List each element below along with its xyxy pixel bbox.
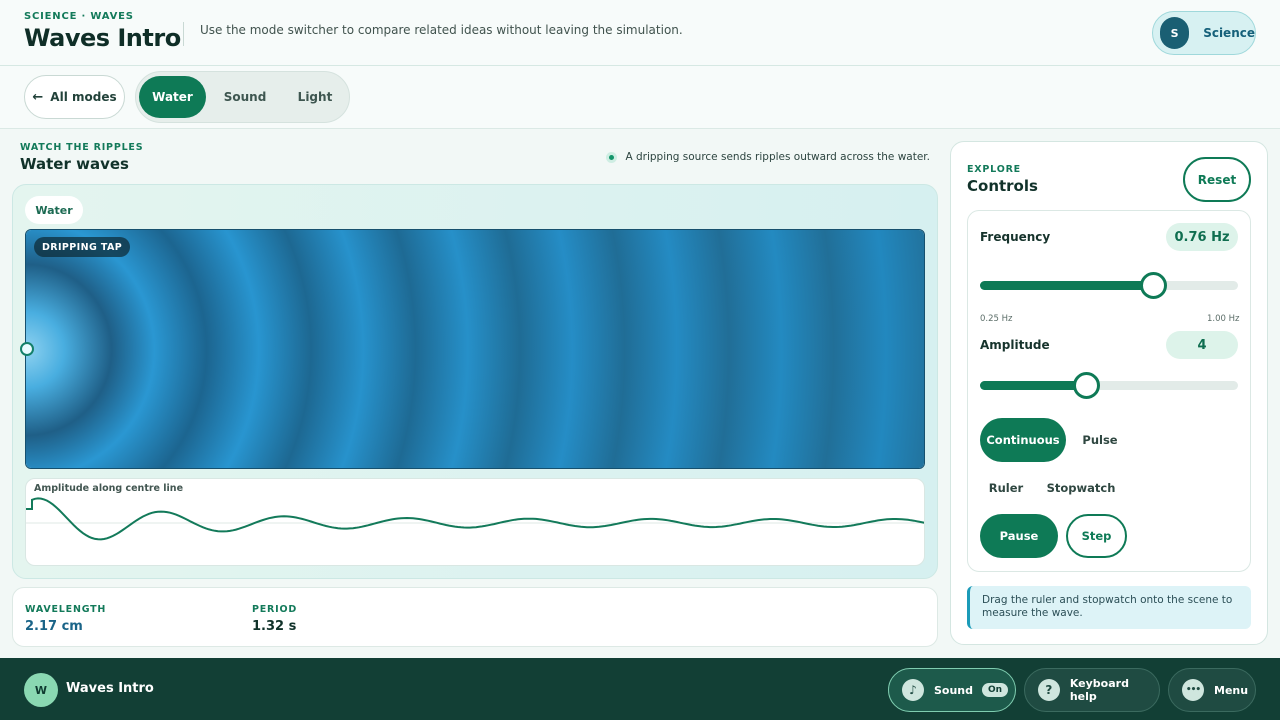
source-badge: DRIPPING TAP (34, 237, 131, 257)
more-dots-icon: ••• (1182, 679, 1204, 701)
menu-label: Menu (1214, 683, 1249, 697)
music-note-icon: ♪ (902, 679, 924, 701)
question-icon: ? (1038, 679, 1060, 701)
footer-title: Waves Intro (66, 681, 154, 696)
frequency-value: 0.76 Hz (1166, 223, 1238, 251)
frequency-slider-thumb[interactable] (1139, 272, 1167, 299)
frequency-label: Frequency (980, 230, 1051, 244)
mode-bar: ← All modes Water Sound Light (0, 66, 1280, 129)
tab-light[interactable]: Light (282, 76, 348, 118)
page-title: Waves Intro (24, 24, 181, 52)
arrow-left-icon: ← (32, 89, 44, 105)
tab-sound[interactable]: Sound (210, 76, 280, 118)
tab-water[interactable]: Water (139, 76, 206, 118)
frequency-slider[interactable] (980, 272, 1238, 299)
sound-toggle[interactable]: ♪ Sound On (888, 668, 1016, 712)
graph-label: Amplitude along centre line (34, 483, 184, 494)
amplitude-label: Amplitude (980, 338, 1050, 352)
amplitude-wave-line (26, 497, 924, 541)
keyboard-help-button[interactable]: ? Keyboard help (1024, 668, 1160, 712)
measure-tip: Drag the ruler and stopwatch onto the sc… (967, 586, 1251, 629)
reset-button[interactable]: Reset (1183, 157, 1251, 202)
subject-label: Science (1203, 26, 1255, 40)
status-dot-icon (606, 151, 618, 163)
controls-kicker: EXPLORE (967, 164, 1021, 175)
app-header: SCIENCE · WAVES Waves Intro Use the mode… (0, 0, 1280, 66)
continuous-button[interactable]: Continuous (980, 418, 1066, 462)
all-modes-label: All modes (50, 90, 117, 104)
period-value: 1.32 s (252, 619, 297, 634)
header-divider (183, 22, 184, 46)
step-button[interactable]: Step (1066, 514, 1127, 558)
amplitude-slider-fill (980, 381, 1086, 390)
frequency-max-label: 1.00 Hz (1207, 314, 1240, 324)
amplitude-slider[interactable] (980, 372, 1238, 399)
frequency-min-label: 0.25 Hz (980, 314, 1013, 324)
sound-label: Sound (934, 683, 974, 697)
frequency-slider-fill (980, 281, 1153, 290)
stage-title: Water waves (20, 155, 129, 173)
subject-button[interactable]: S Science (1152, 11, 1256, 55)
stage-kicker: WATCH THE RIPPLES (20, 142, 144, 153)
wavelength-value: 2.17 cm (25, 619, 83, 634)
menu-button[interactable]: ••• Menu (1168, 668, 1256, 712)
amplitude-value: 4 (1166, 331, 1238, 359)
breadcrumb: SCIENCE · WAVES (24, 11, 134, 22)
amplitude-slider-thumb[interactable] (1072, 372, 1100, 399)
subject-avatar: S (1160, 17, 1190, 49)
header-description: Use the mode switcher to compare related… (200, 23, 683, 37)
app-footer: W Waves Intro ♪ Sound On ? Keyboard help… (0, 658, 1280, 720)
stage-note-text: A dripping source sends ripples outward … (625, 151, 930, 163)
keyboard-help-label: Keyboard help (1069, 677, 1129, 703)
mode-switcher: Water Sound Light (135, 71, 350, 123)
controls-title: Controls (967, 177, 1038, 195)
metrics-card (12, 587, 938, 647)
period-label: PERIOD (252, 604, 298, 615)
wavelength-label: WAVELENGTH (25, 604, 107, 615)
ruler-button[interactable]: Ruler (980, 466, 1032, 510)
stopwatch-button[interactable]: Stopwatch (1042, 466, 1120, 510)
drip-source-handle[interactable] (20, 342, 34, 356)
water-tank[interactable] (25, 229, 925, 469)
all-modes-button[interactable]: ← All modes (24, 75, 125, 119)
sound-state-badge: On (982, 683, 1009, 697)
stage-note: A dripping source sends ripples outward … (606, 151, 930, 163)
pause-button[interactable]: Pause (980, 514, 1058, 558)
ripple-canvas (26, 230, 924, 468)
app-avatar: W (24, 673, 58, 707)
scene-tag: Water (25, 196, 83, 224)
pulse-button[interactable]: Pulse (1071, 418, 1129, 462)
